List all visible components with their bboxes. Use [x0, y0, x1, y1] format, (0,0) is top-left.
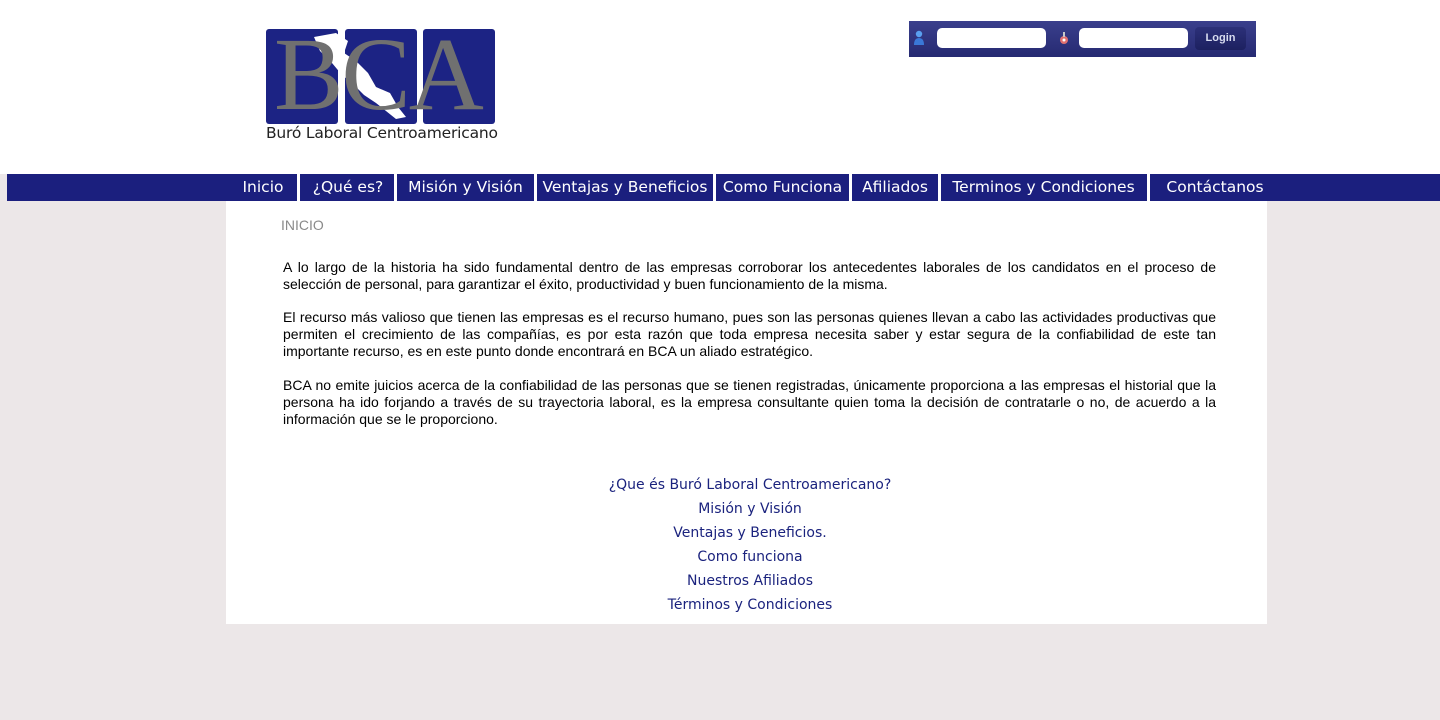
logo-letters: BCA	[274, 17, 484, 132]
nav-separator	[297, 174, 300, 201]
nav-item-terminos-condiciones[interactable]: Terminos y Condiciones	[941, 174, 1146, 201]
quick-links: ¿Que és Buró Laboral Centroamericano? Mi…	[226, 473, 1274, 617]
link-ventajas-beneficios[interactable]: Ventajas y Beneficios.	[226, 521, 1274, 545]
nav-item-mision-vision[interactable]: Misión y Visión	[397, 174, 534, 201]
bca-logo[interactable]: BCA Buró Laboral Centroamericano	[266, 23, 498, 144]
link-terminos-condiciones[interactable]: Términos y Condiciones	[226, 593, 1274, 617]
link-mision-vision[interactable]: Misión y Visión	[226, 497, 1274, 521]
page-title: INICIO	[281, 217, 324, 233]
nav-item-inicio[interactable]: Inicio	[223, 174, 303, 201]
link-que-es-bca[interactable]: ¿Que és Buró Laboral Centroamericano?	[226, 473, 1274, 497]
nav-item-afiliados[interactable]: Afiliados	[852, 174, 938, 201]
main-nav: Inicio ¿Qué es? Misión y Visión Ventajas…	[7, 174, 1440, 201]
login-button[interactable]: Login	[1195, 27, 1246, 50]
username-input[interactable]	[937, 28, 1046, 48]
key-icon	[1057, 30, 1071, 48]
site-header: BCA Buró Laboral Centroamericano Login	[0, 0, 1440, 174]
intro-paragraph: El recurso más valioso que tienen las em…	[283, 309, 1216, 359]
nav-item-como-funciona[interactable]: Como Funciona	[716, 174, 849, 201]
nav-item-contactanos[interactable]: Contáctanos	[1150, 174, 1280, 201]
link-nuestros-afiliados[interactable]: Nuestros Afiliados	[226, 569, 1274, 593]
login-bar: Login	[909, 21, 1256, 57]
user-icon	[912, 30, 926, 48]
logo-subtitle: Buró Laboral Centroamericano	[266, 124, 498, 142]
password-input[interactable]	[1079, 28, 1188, 48]
intro-paragraph: BCA no emite juicios acerca de la confia…	[283, 377, 1216, 427]
nav-item-que-es[interactable]: ¿Qué es?	[302, 174, 394, 201]
link-como-funciona[interactable]: Como funciona	[226, 545, 1274, 569]
nav-item-ventajas-beneficios[interactable]: Ventajas y Beneficios	[537, 174, 713, 201]
intro-paragraph: A lo largo de la historia ha sido fundam…	[283, 259, 1216, 292]
main-content: INICIO A lo largo de la historia ha sido…	[226, 201, 1267, 624]
